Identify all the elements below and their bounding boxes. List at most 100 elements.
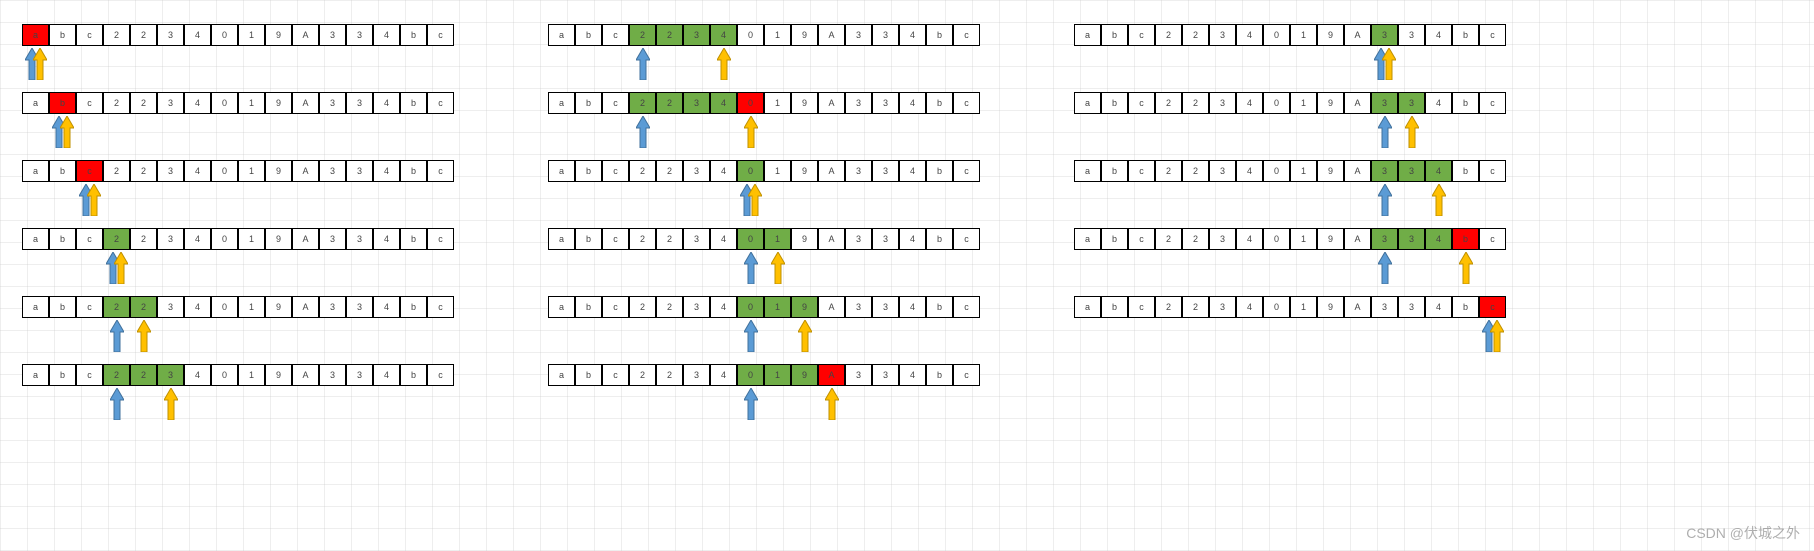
cell: a <box>548 228 575 250</box>
left-pointer-arrow-icon <box>110 320 124 352</box>
cell: c <box>602 92 629 114</box>
cell: c <box>427 160 454 182</box>
step-row: abc2234019A334bc <box>22 92 454 114</box>
cell: c <box>427 364 454 386</box>
cell-row: abc2234019A334bc <box>22 364 454 386</box>
cell: 3 <box>1371 228 1398 250</box>
cell: 3 <box>872 160 899 182</box>
cell: 2 <box>103 228 130 250</box>
cell: 3 <box>845 92 872 114</box>
right-pointer-arrow-icon <box>825 388 839 420</box>
cell: 2 <box>130 24 157 46</box>
cell: a <box>548 92 575 114</box>
cell: 1 <box>1290 24 1317 46</box>
cell-row: abc2234019A334bc <box>548 24 980 46</box>
cell: 2 <box>656 364 683 386</box>
left-pointer-arrow-icon <box>744 252 758 284</box>
cell-row: abc2234019A334bc <box>1074 228 1506 250</box>
cell: 9 <box>791 364 818 386</box>
cell: c <box>1479 228 1506 250</box>
cell: a <box>1074 228 1101 250</box>
cell: 4 <box>1425 296 1452 318</box>
cell: 2 <box>656 296 683 318</box>
cell: 4 <box>373 228 400 250</box>
cell: 4 <box>373 24 400 46</box>
cell: 3 <box>1209 92 1236 114</box>
cell: a <box>22 364 49 386</box>
cell: b <box>400 228 427 250</box>
cell: A <box>818 296 845 318</box>
cell: 4 <box>1425 24 1452 46</box>
cell: A <box>292 228 319 250</box>
cell: b <box>400 364 427 386</box>
cell: 1 <box>764 364 791 386</box>
left-pointer-arrow-icon <box>636 116 650 148</box>
cell: 3 <box>157 296 184 318</box>
cell: 9 <box>1317 24 1344 46</box>
cell: 2 <box>656 92 683 114</box>
cell: 0 <box>211 296 238 318</box>
cell: 3 <box>157 364 184 386</box>
cell-row: abc2234019A334bc <box>548 92 980 114</box>
cell: 4 <box>710 92 737 114</box>
cell: 3 <box>1371 92 1398 114</box>
left-pointer-arrow-icon <box>1378 184 1392 216</box>
cell: b <box>1452 228 1479 250</box>
cell: 2 <box>629 364 656 386</box>
cell: a <box>22 160 49 182</box>
cell: A <box>292 364 319 386</box>
right-pointer-arrow-icon <box>717 48 731 80</box>
cell: 2 <box>103 364 130 386</box>
cell: 9 <box>265 364 292 386</box>
cell: 2 <box>1182 92 1209 114</box>
cell: c <box>602 228 629 250</box>
cell: 3 <box>1398 160 1425 182</box>
cell: A <box>818 364 845 386</box>
cell: 3 <box>1209 228 1236 250</box>
cell: 2 <box>656 160 683 182</box>
cell: 1 <box>764 24 791 46</box>
cell: 1 <box>764 296 791 318</box>
cell-row: abc2234019A334bc <box>1074 24 1506 46</box>
cell: A <box>292 24 319 46</box>
cell: b <box>1452 24 1479 46</box>
cell: 9 <box>265 24 292 46</box>
cell: 4 <box>184 364 211 386</box>
cell: A <box>292 92 319 114</box>
cell: A <box>818 24 845 46</box>
cell: 4 <box>899 160 926 182</box>
cell: 3 <box>872 228 899 250</box>
cell: 3 <box>319 24 346 46</box>
cell: A <box>818 160 845 182</box>
cell: 9 <box>791 296 818 318</box>
step-row: abc2234019A334bc <box>548 92 980 114</box>
cell: 4 <box>1236 296 1263 318</box>
cell: 1 <box>238 92 265 114</box>
cell: 3 <box>319 364 346 386</box>
right-pointer-arrow-icon <box>1432 184 1446 216</box>
cell: b <box>400 92 427 114</box>
cell: a <box>548 160 575 182</box>
step-row: abc2234019A334bc <box>22 160 454 182</box>
step-row: abc2234019A334bc <box>548 364 980 386</box>
cell: 0 <box>1263 296 1290 318</box>
cell: 0 <box>737 24 764 46</box>
cell: 9 <box>1317 228 1344 250</box>
cell: c <box>76 24 103 46</box>
cell: 0 <box>1263 24 1290 46</box>
cell: 3 <box>845 364 872 386</box>
cell: b <box>1452 92 1479 114</box>
cell: 2 <box>1182 24 1209 46</box>
cell: b <box>575 160 602 182</box>
cell: 2 <box>1182 228 1209 250</box>
cell: 1 <box>238 364 265 386</box>
cell: 4 <box>1236 24 1263 46</box>
cell: 0 <box>211 364 238 386</box>
cell: 3 <box>346 364 373 386</box>
cell: 3 <box>872 364 899 386</box>
cell: 0 <box>737 228 764 250</box>
cell: a <box>548 296 575 318</box>
cell: a <box>548 364 575 386</box>
cell: 4 <box>184 92 211 114</box>
cell: c <box>427 92 454 114</box>
